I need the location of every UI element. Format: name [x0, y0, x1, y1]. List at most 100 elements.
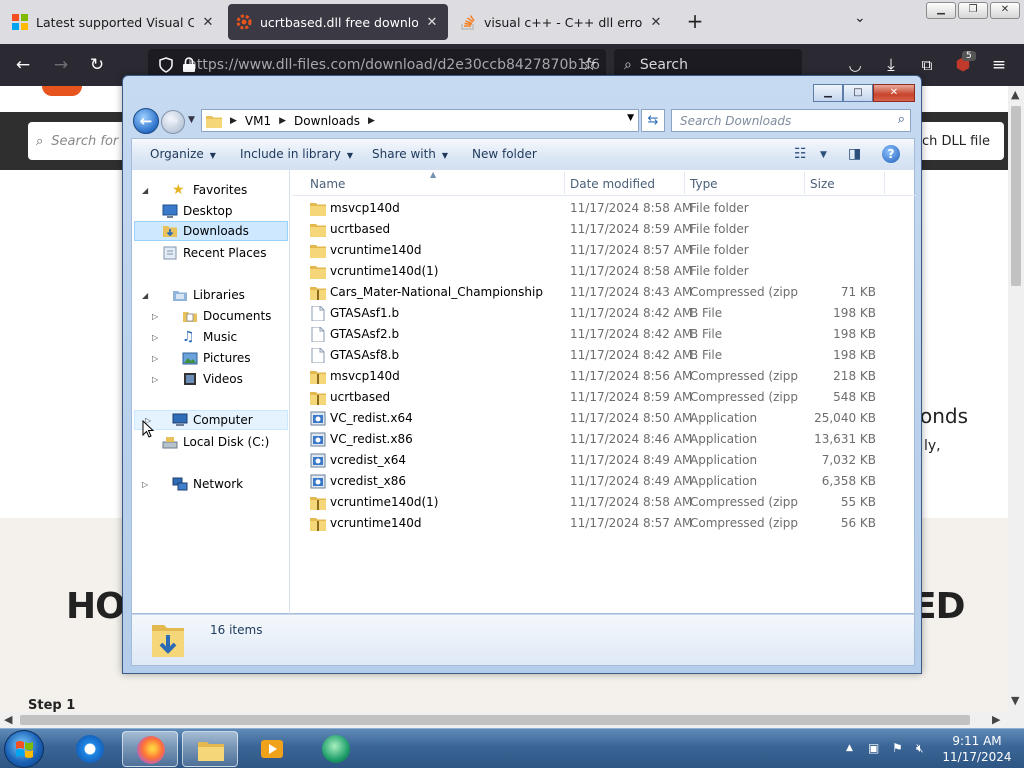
scroll-right-icon[interactable]: ▶ [992, 713, 1000, 726]
scroll-down-icon[interactable]: ▼ [1011, 694, 1019, 707]
file-row[interactable]: vcruntime140d(1) 11/17/2024 8:58 AM Compre… [292, 492, 916, 513]
search-icon[interactable]: ⌕ [898, 112, 905, 127]
file-row[interactable]: msvcp140d 11/17/2024 8:56 AM Compressed (z… [292, 366, 916, 387]
column-date-modified[interactable]: Date modified [570, 177, 655, 191]
list-all-tabs-icon[interactable]: ⌄ [854, 10, 866, 26]
site-logo[interactable] [42, 86, 82, 96]
close-tab-icon[interactable]: ✕ [424, 15, 440, 30]
pocket-icon[interactable]: ◡ [844, 54, 866, 76]
chevron-right-icon[interactable]: ▶ [230, 116, 237, 126]
clock[interactable]: 9:11 AM 11/17/2024 [942, 733, 1012, 765]
lock-icon[interactable] [182, 57, 196, 73]
tab-stackoverflow[interactable]: visual c++ - C++ dll errors (_v ✕ [452, 4, 672, 40]
forward-arrow-icon[interactable]: → [161, 110, 185, 134]
maximize-icon[interactable]: □ [843, 84, 873, 102]
breadcrumb-downloads[interactable]: Downloads [294, 114, 360, 128]
chevron-right-icon[interactable]: ▶ [368, 116, 375, 126]
search-downloads-input[interactable]: Search Downloads ⌕ [671, 109, 911, 132]
action-center-flag-icon[interactable]: ⚑ [892, 741, 903, 755]
reload-icon[interactable]: ↻ [86, 54, 108, 76]
column-divider[interactable] [804, 172, 805, 194]
collapsed-triangle-icon[interactable]: ▷ [152, 312, 162, 321]
share-with-button[interactable]: Share with ▼ [372, 147, 448, 161]
collapsed-triangle-icon[interactable]: ▷ [142, 480, 152, 489]
taskbar-media-player[interactable] [244, 731, 300, 767]
nav-desktop[interactable]: Desktop [162, 201, 233, 221]
file-row[interactable]: GTASAsf2.b 11/17/2024 8:42 AM B File 198 KB [292, 324, 916, 345]
close-icon[interactable]: ✕ [990, 2, 1020, 19]
column-name[interactable]: Name [310, 177, 345, 191]
nav-videos[interactable]: ▷ Videos [152, 369, 243, 389]
chevron-down-icon[interactable]: ▼ [627, 113, 634, 123]
file-row[interactable]: vcredist_x64 11/17/2024 8:49 AM Applicatio… [292, 450, 916, 471]
page-vertical-scrollbar[interactable]: ▲ ▼ [1008, 86, 1024, 712]
collapsed-triangle-icon[interactable]: ▷ [152, 333, 162, 342]
page-horizontal-scrollbar[interactable]: ◀ ▶ [0, 712, 1008, 728]
recent-pages-chevron-icon[interactable]: ▼ [188, 115, 195, 125]
start-button[interactable] [4, 730, 44, 768]
file-row[interactable]: vcruntime140d 11/17/2024 8:57 AM File fold… [292, 240, 916, 261]
volume-muted-icon[interactable]: 🔇︎ [916, 741, 924, 756]
chevron-down-icon[interactable]: ▼ [820, 150, 827, 160]
back-arrow-icon[interactable]: ← [133, 108, 159, 134]
column-size[interactable]: Size [810, 177, 835, 191]
expanded-triangle-icon[interactable]: ◢ [142, 291, 152, 300]
minimize-icon[interactable]: ▁ [813, 84, 843, 102]
nav-recent-places[interactable]: Recent Places [162, 243, 266, 263]
close-tab-icon[interactable]: ✕ [200, 15, 216, 30]
show-hidden-icons-icon[interactable]: ▲ [846, 743, 853, 753]
download-icon[interactable]: ⤓ [880, 54, 902, 76]
column-divider[interactable] [884, 172, 885, 194]
refresh-icon[interactable]: ⇆ [641, 109, 665, 132]
file-row[interactable]: Cars_Mater-National_Championship 11/17/20… [292, 282, 916, 303]
file-row[interactable]: VC_redist.x64 11/17/2024 8:50 AM Applicati… [292, 408, 916, 429]
taskbar-app[interactable] [308, 731, 364, 767]
nav-favorites[interactable]: ◢ ★ Favorites [142, 180, 247, 200]
organize-button[interactable]: Organize ▼ [150, 147, 216, 161]
file-row[interactable]: VC_redist.x86 11/17/2024 8:46 AM Applicati… [292, 429, 916, 450]
expanded-triangle-icon[interactable]: ◢ [142, 186, 152, 195]
file-row[interactable]: vcruntime140d 11/17/2024 8:57 AM Compresse… [292, 513, 916, 534]
scrollbar-thumb[interactable] [20, 715, 970, 725]
file-row[interactable]: GTASAsf8.b 11/17/2024 8:42 AM B File 198 KB [292, 345, 916, 366]
bookmark-star-icon[interactable]: ☆ [578, 54, 600, 76]
nav-documents[interactable]: ▷ Documents [152, 306, 271, 326]
forward-arrow-icon[interactable]: → [50, 54, 72, 76]
minimize-icon[interactable]: ▁ [926, 2, 956, 19]
back-arrow-icon[interactable]: ← [12, 54, 34, 76]
scroll-left-icon[interactable]: ◀ [4, 713, 12, 726]
file-row[interactable]: ucrtbased 11/17/2024 8:59 AM Compressed (z… [292, 387, 916, 408]
close-icon[interactable]: ✕ [873, 84, 915, 102]
help-icon[interactable]: ? [882, 145, 900, 163]
new-tab-button[interactable]: + [684, 10, 706, 34]
file-row[interactable]: ucrtbased 11/17/2024 8:59 AM File folder [292, 219, 916, 240]
column-type[interactable]: Type [690, 177, 718, 191]
nav-network[interactable]: ▷ Network [142, 474, 243, 494]
nav-music[interactable]: ▷ ♫ Music [152, 327, 237, 347]
taskbar-firefox[interactable] [122, 731, 178, 767]
menu-icon[interactable]: ≡ [988, 54, 1010, 76]
scrollbar-thumb[interactable] [1011, 106, 1021, 286]
tab-ucrtbased[interactable]: ucrtbased.dll free download | D ✕ [228, 4, 448, 40]
restore-icon[interactable]: ❐ [958, 2, 988, 19]
include-in-library-button[interactable]: Include in library ▼ [240, 147, 353, 161]
nav-libraries[interactable]: ◢ Libraries [142, 285, 245, 305]
tab-visual-cpp[interactable]: Latest supported Visual C++ Re ✕ [4, 4, 224, 40]
nav-computer[interactable]: ▷ Computer [134, 410, 288, 430]
nav-local-disk[interactable]: Local Disk (C:) [162, 432, 269, 452]
column-divider[interactable] [564, 172, 565, 194]
breadcrumb-vm1[interactable]: VM1 [245, 114, 271, 128]
file-row[interactable]: GTASAsf1.b 11/17/2024 8:42 AM B File 198 KB [292, 303, 916, 324]
file-row[interactable]: vcruntime140d(1) 11/17/2024 8:58 AM File f… [292, 261, 916, 282]
column-divider[interactable] [684, 172, 685, 194]
scroll-up-icon[interactable]: ▲ [1011, 88, 1019, 101]
shield-icon[interactable] [158, 57, 174, 73]
file-row[interactable]: vcredist_x86 11/17/2024 8:49 AM Applicatio… [292, 471, 916, 492]
address-bar[interactable]: ▶ VM1 ▶ Downloads ▶ ▼ [201, 109, 639, 132]
new-folder-button[interactable]: New folder [472, 147, 537, 161]
collapsed-triangle-icon[interactable]: ▷ [152, 354, 162, 363]
network-tray-icon[interactable]: ▣ [868, 741, 879, 755]
chevron-right-icon[interactable]: ▶ [279, 116, 286, 126]
preview-pane-icon[interactable]: ◨ [848, 146, 861, 162]
nav-downloads[interactable]: Downloads [134, 221, 288, 241]
